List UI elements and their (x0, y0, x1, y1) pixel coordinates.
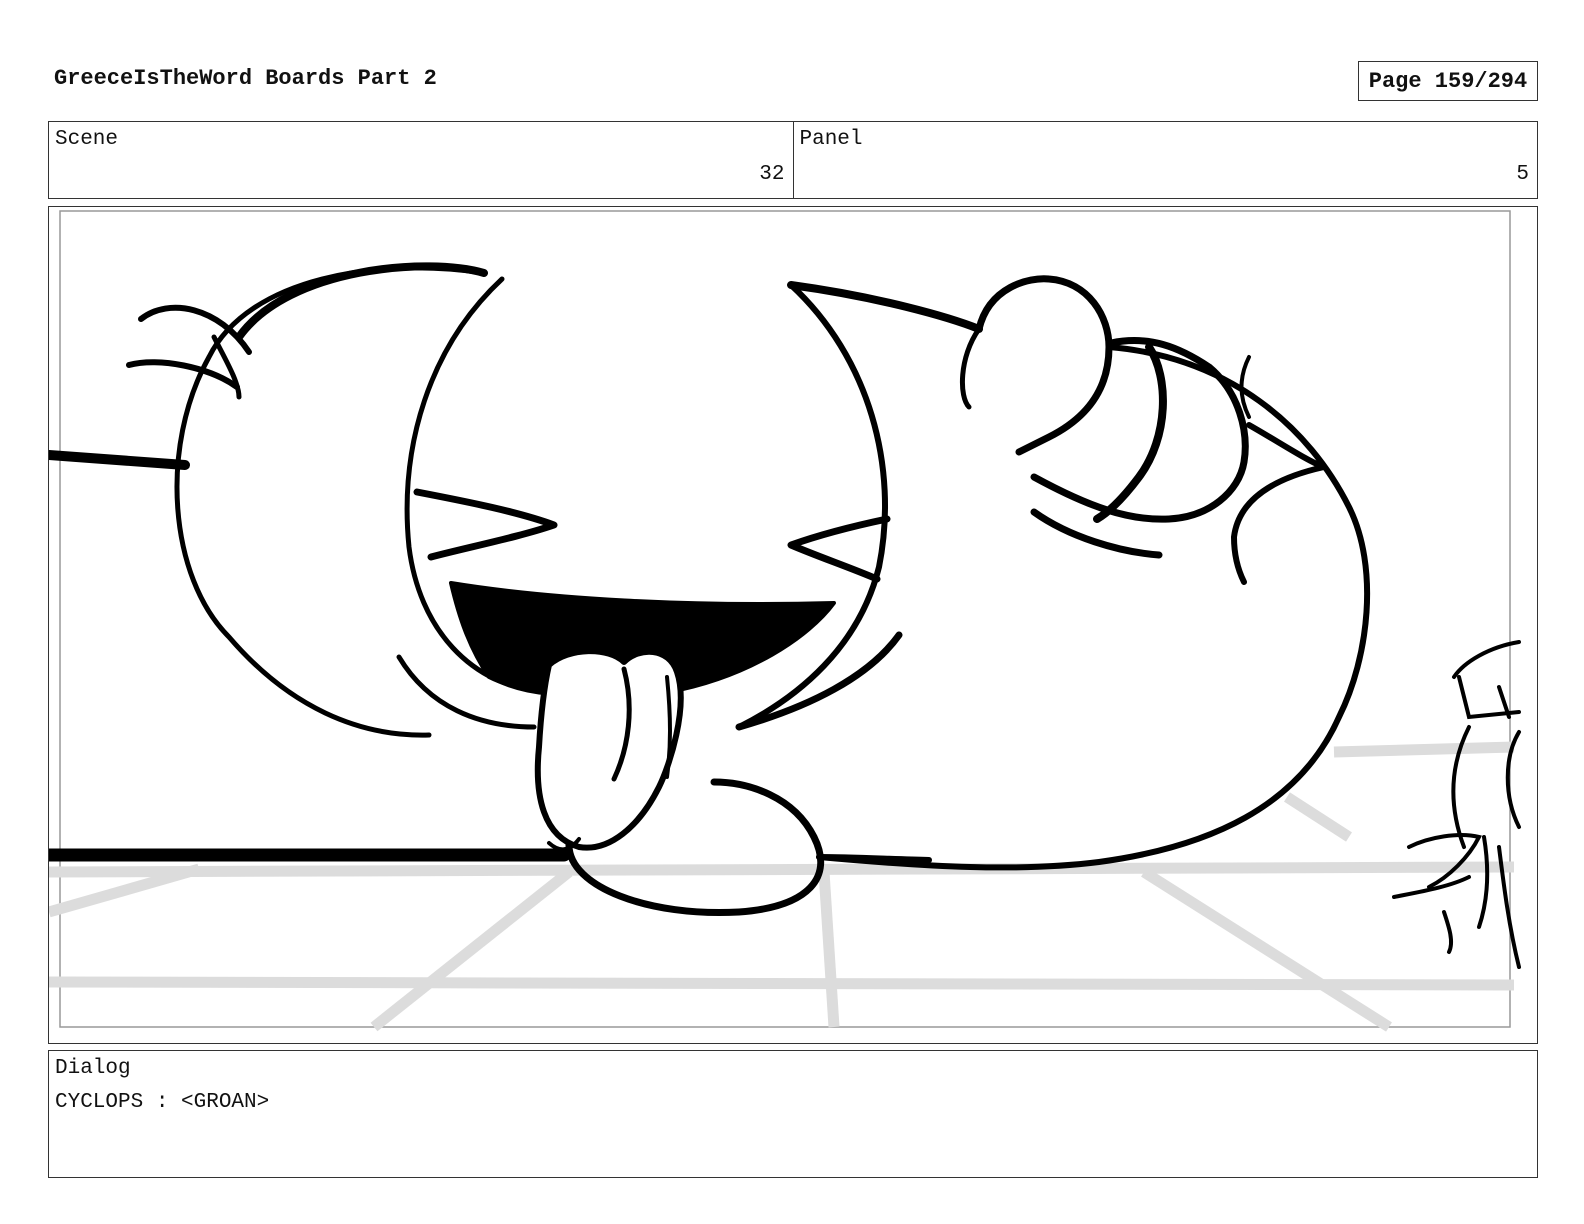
storyboard-drawing (49, 210, 1521, 1032)
dialog-text: CYCLOPS : <GROAN> (55, 1091, 270, 1114)
panel-cell: Panel 5 (792, 122, 1538, 198)
dialog-box: Dialog CYCLOPS : <GROAN> (48, 1050, 1538, 1178)
document-title: GreeceIsTheWord Boards Part 2 (54, 66, 437, 91)
scene-cell: Scene 32 (49, 122, 793, 198)
dialog-label: Dialog (55, 1057, 131, 1080)
small-figure-sketch (1392, 640, 1521, 969)
floor-grid (49, 741, 1515, 1032)
scene-panel-info: Scene 32 Panel 5 (48, 121, 1538, 199)
storyboard-panel (48, 206, 1538, 1044)
page-number: Page 159/294 (1358, 61, 1538, 101)
panel-number: 5 (1516, 163, 1529, 186)
scene-number: 32 (759, 163, 785, 186)
scene-label: Scene (55, 128, 119, 151)
panel-label: Panel (799, 128, 863, 151)
cyclops-figure (49, 262, 1371, 917)
